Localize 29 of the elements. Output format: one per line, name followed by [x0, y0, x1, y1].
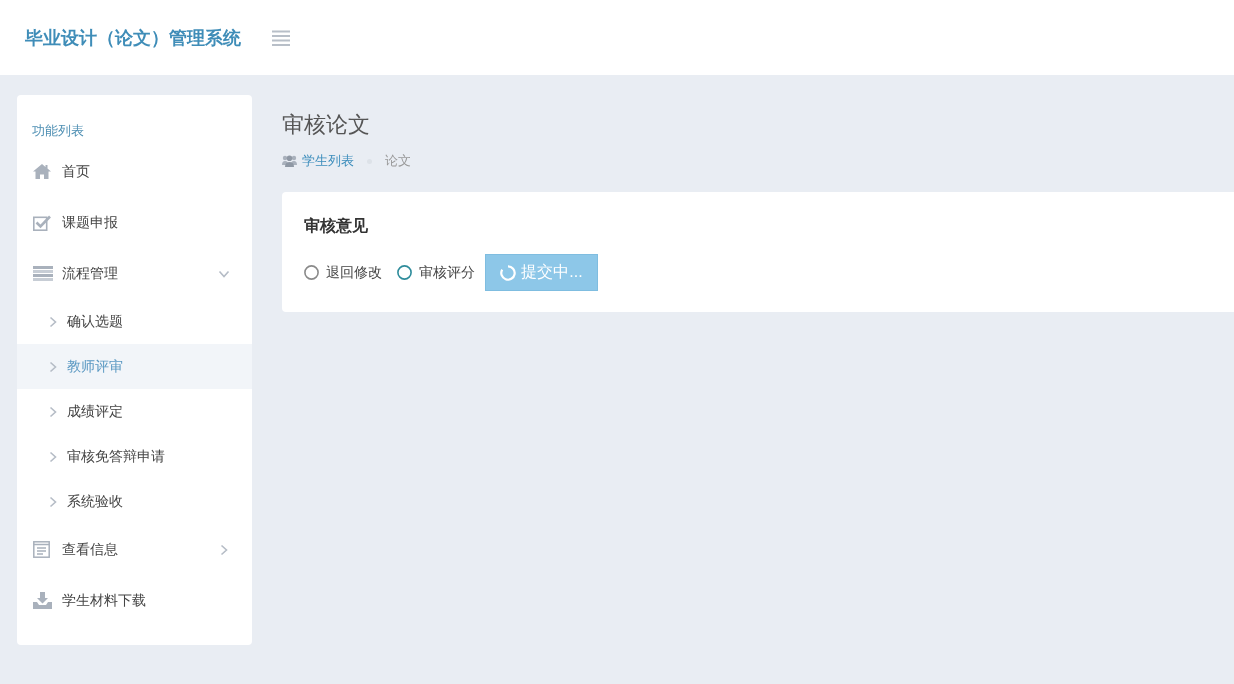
- card-heading: 审核意见: [304, 216, 368, 236]
- notepad-icon: [33, 541, 50, 558]
- checkbox-icon: [33, 214, 51, 231]
- sidebar-item[interactable]: 课题申报: [17, 197, 252, 248]
- list-icon: [33, 266, 53, 281]
- sidebar-heading: 功能列表: [31, 123, 84, 139]
- radio-option[interactable]: 退回修改: [304, 263, 382, 282]
- chevron-icon: [49, 495, 57, 508]
- sidebar-subitem[interactable]: 确认选题: [17, 299, 252, 344]
- sidebar-item[interactable]: 流程管理: [17, 248, 252, 299]
- house-icon: [33, 164, 51, 179]
- sidebar-subitem[interactable]: 成绩评定: [17, 389, 252, 434]
- menu-icon[interactable]: [272, 29, 290, 46]
- sidebar-item[interactable]: 首页: [17, 146, 252, 197]
- breadcrumb-current: 论文: [385, 152, 411, 170]
- sidebar-subitem[interactable]: 审核免答辩申请: [17, 434, 252, 479]
- sidebar-item[interactable]: 学生材料下载: [17, 575, 252, 626]
- page-title: 审核论文: [282, 111, 370, 139]
- chevron-icon: [49, 405, 57, 418]
- download-icon: [33, 592, 52, 609]
- spinner-icon: [500, 264, 517, 281]
- users-icon: [282, 155, 297, 167]
- chevron-icon: [49, 360, 57, 373]
- sidebar-subitem[interactable]: 系统验收: [17, 479, 252, 524]
- chevron-icon: [49, 315, 57, 328]
- sidebar-item[interactable]: 查看信息: [17, 524, 252, 575]
- chevron-icon: [49, 450, 57, 463]
- app-title: 毕业设计（论文）管理系统: [25, 26, 241, 50]
- radio-option[interactable]: 审核评分: [397, 263, 475, 282]
